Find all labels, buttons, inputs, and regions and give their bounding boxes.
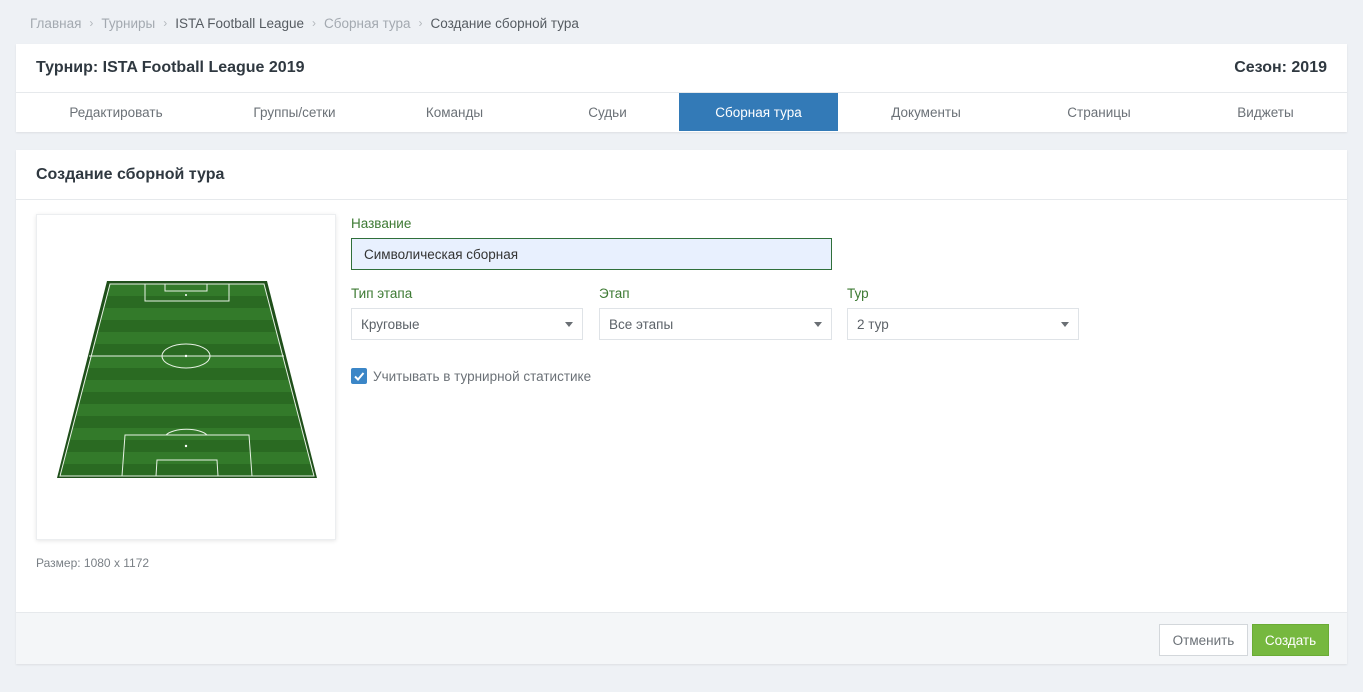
breadcrumb-team-of-round[interactable]: Сборная тура (324, 16, 410, 31)
breadcrumb-home[interactable]: Главная (30, 16, 81, 31)
tab-pages[interactable]: Страницы (1014, 93, 1184, 131)
tab-referees[interactable]: Судьи (536, 93, 679, 131)
round-label: Тур (847, 286, 869, 301)
chevron-right-icon: › (312, 16, 317, 30)
panel-title: Создание сборной тура (16, 150, 1347, 200)
cancel-button[interactable]: Отменить (1159, 624, 1248, 656)
caret-down-icon (1061, 322, 1069, 327)
tab-groups[interactable]: Группы/сетки (216, 93, 373, 131)
breadcrumb-current: Создание сборной тура (430, 15, 579, 31)
round-value: 2 тур (857, 316, 889, 332)
stage-type-select[interactable]: Круговые (351, 308, 583, 340)
tournament-tabs: Редактировать Группы/сетки Команды Судьи… (16, 93, 1347, 131)
tournament-card: Турнир: ISTA Football League 2019 Сезон:… (16, 44, 1347, 132)
caret-down-icon (565, 322, 573, 327)
football-field-image (57, 281, 317, 478)
name-label: Название (351, 216, 412, 231)
caret-down-icon (814, 322, 822, 327)
breadcrumb-tournaments[interactable]: Турниры (101, 16, 155, 31)
tab-widgets[interactable]: Виджеты (1184, 93, 1347, 131)
chevron-right-icon: › (418, 16, 423, 30)
stage-value: Все этапы (609, 316, 674, 332)
tab-teams[interactable]: Команды (373, 93, 536, 131)
breadcrumb-league[interactable]: ISTA Football League (175, 16, 304, 31)
stage-type-label: Тип этапа (351, 286, 413, 301)
chevron-right-icon: › (89, 16, 94, 30)
field-image-upload[interactable] (36, 214, 336, 540)
stage-label: Этап (599, 286, 630, 301)
tournament-header: Турнир: ISTA Football League 2019 Сезон:… (16, 44, 1347, 93)
tab-team-of-round[interactable]: Сборная тура (679, 93, 838, 131)
stage-type-value: Круговые (361, 316, 420, 332)
stage-select[interactable]: Все этапы (599, 308, 832, 340)
image-size-text: Размер: 1080 x 1172 (36, 556, 150, 570)
stats-checkbox[interactable] (351, 368, 367, 384)
create-team-panel: Создание сборной тура Размер: 1080 x 117… (16, 150, 1347, 664)
name-input[interactable]: Символическая сборная (351, 238, 832, 270)
stats-checkbox-row[interactable]: Учитывать в турнирной статистике (351, 368, 591, 384)
panel-footer: Отменить Создать (16, 612, 1347, 664)
checkmark-icon (354, 372, 365, 381)
create-button[interactable]: Создать (1252, 624, 1329, 656)
tab-documents[interactable]: Документы (838, 93, 1014, 131)
breadcrumb: Главная › Турниры › ISTA Football League… (30, 14, 579, 32)
season-label: Сезон: 2019 (1234, 59, 1327, 76)
tournament-title: Турнир: ISTA Football League 2019 (36, 59, 305, 76)
tab-edit[interactable]: Редактировать (16, 93, 216, 131)
stats-checkbox-label: Учитывать в турнирной статистике (373, 368, 592, 384)
round-select[interactable]: 2 тур (847, 308, 1079, 340)
chevron-right-icon: › (163, 16, 168, 30)
